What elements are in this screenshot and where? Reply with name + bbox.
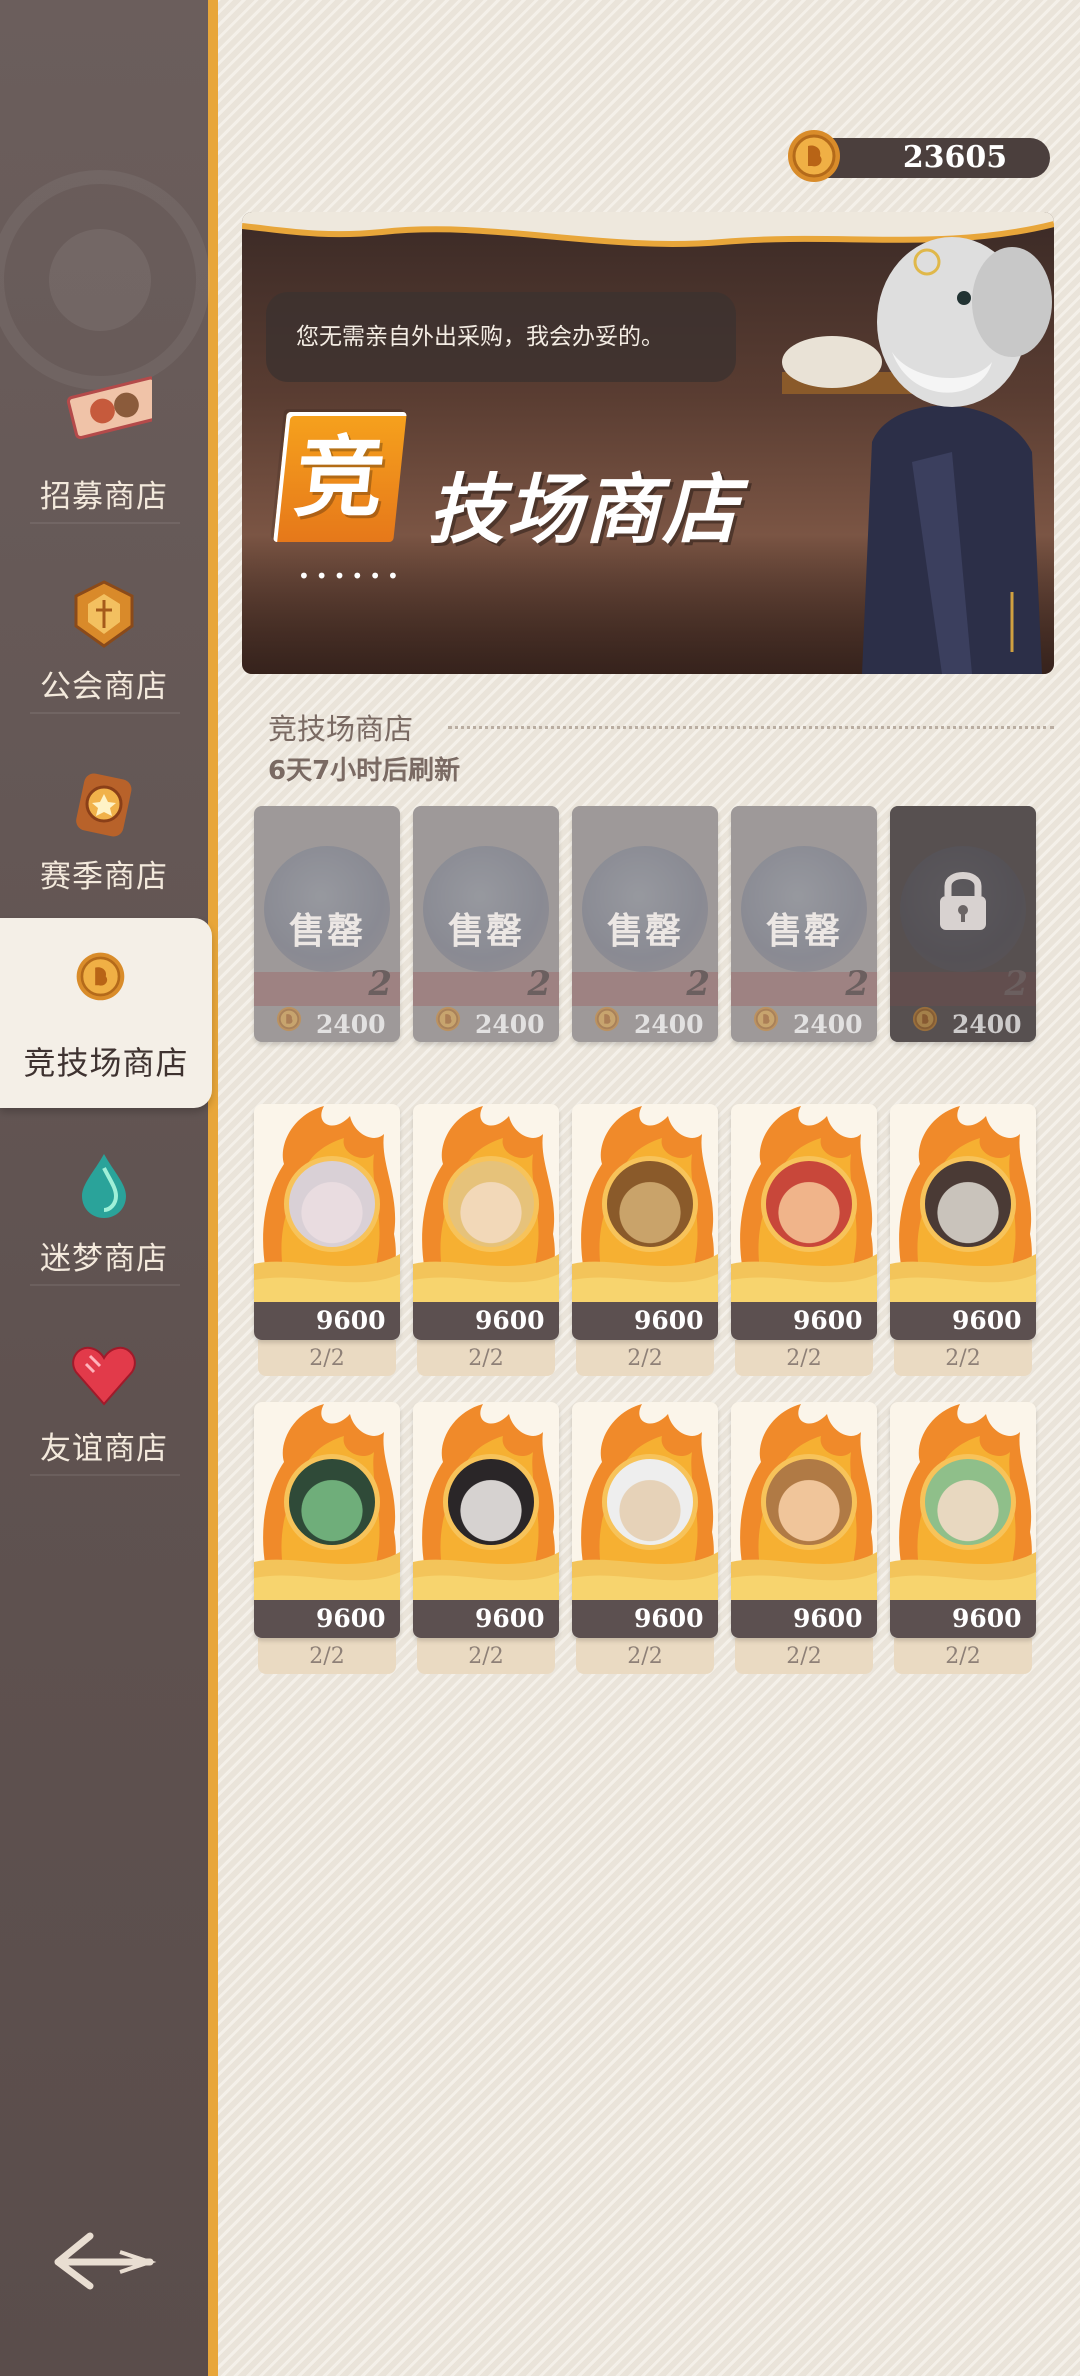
item-price: 9600 xyxy=(254,1302,400,1340)
sold-out-label: 售罄 xyxy=(447,911,524,952)
item-frame: 9600 xyxy=(572,1402,718,1638)
item-price: 9600 xyxy=(572,1302,718,1340)
item-price: 9600 xyxy=(254,1600,400,1638)
item-price: 9600 xyxy=(731,1302,877,1340)
item-quantity: 2 xyxy=(527,964,551,1004)
item-stock: 2/2 xyxy=(627,1346,663,1371)
item-price: 2400 xyxy=(793,1010,863,1039)
item-stock: 2/2 xyxy=(786,1346,822,1371)
hero-portrait xyxy=(920,1454,1016,1550)
item-price: 2400 xyxy=(316,1010,386,1039)
banner-title-badge: 竞 xyxy=(273,412,407,542)
item-frame: 9600 xyxy=(890,1104,1036,1340)
hero-portrait xyxy=(284,1156,380,1252)
item-frame: 9600 xyxy=(413,1104,559,1340)
item-frame: 9600 xyxy=(413,1402,559,1638)
sidebar-item-label: 迷梦商店 xyxy=(40,1241,168,1277)
sidebar-item-guild-shop[interactable]: 公会商店 xyxy=(0,540,208,730)
banner-title: 技场商店 xyxy=(428,465,740,554)
hero-portrait xyxy=(443,1156,539,1252)
shopkeeper-speech-bubble: 您无需亲自外出采购，我会办妥的。 xyxy=(266,292,736,382)
hero-portrait xyxy=(284,1454,380,1550)
item-frame: 9600 xyxy=(254,1402,400,1638)
heart-gem-icon xyxy=(72,1346,136,1406)
banner-dots: •••••• xyxy=(298,564,405,588)
dream-drop-icon xyxy=(82,1154,126,1218)
refresh-timer: 6天7小时后刷新 xyxy=(268,756,461,786)
item-stock: 2/2 xyxy=(309,1644,345,1669)
item-frame: 9600 xyxy=(254,1104,400,1340)
guild-emblem-icon xyxy=(74,580,134,648)
item-quantity: 2 xyxy=(1004,964,1028,1004)
sidebar-item-recruit-shop[interactable]: 招募商店 xyxy=(0,350,208,540)
lock-icon xyxy=(940,872,986,930)
sidebar: 招募商店 公会商店 赛季商店 竞技场商店 迷梦商店 友谊商店 xyxy=(0,0,218,2376)
sidebar-item-label: 赛季商店 xyxy=(40,859,168,895)
section-title: 竞技场商店 xyxy=(268,712,414,746)
item-frame: 售罄 2 2400 xyxy=(254,806,400,1042)
sidebar-item-friendship-shop[interactable]: 友谊商店 xyxy=(0,1302,208,1492)
hero-portrait xyxy=(443,1454,539,1550)
item-frame: 9600 xyxy=(890,1402,1036,1638)
item-price: 2400 xyxy=(952,1010,1022,1039)
item-stock: 2/2 xyxy=(945,1346,981,1371)
sidebar-item-arena-shop[interactable]: 竞技场商店 xyxy=(0,918,212,1108)
hero-portrait xyxy=(761,1454,857,1550)
sidebar-item-label: 竞技场商店 xyxy=(23,1044,189,1082)
item-stock: 2/2 xyxy=(309,1346,345,1371)
item-stock: 2/2 xyxy=(786,1644,822,1669)
sold-out-label: 售罄 xyxy=(765,911,842,952)
item-price: 9600 xyxy=(572,1600,718,1638)
item-stock: 2/2 xyxy=(468,1644,504,1669)
item-stock: 2/2 xyxy=(627,1644,663,1669)
arena-coin-icon xyxy=(76,952,125,1001)
item-stock: 2/2 xyxy=(468,1346,504,1371)
sidebar-item-label: 招募商店 xyxy=(40,479,168,515)
item-price: 9600 xyxy=(413,1600,559,1638)
item-price: 2400 xyxy=(475,1010,545,1039)
item-price: 9600 xyxy=(413,1302,559,1340)
item-price: 9600 xyxy=(890,1302,1036,1340)
sold-out-label: 售罄 xyxy=(288,911,365,952)
item-frame: 售罄 2 2400 xyxy=(413,806,559,1042)
hero-portrait xyxy=(602,1454,698,1550)
item-quantity: 2 xyxy=(686,964,710,1004)
item-frame: 2 2400 xyxy=(890,806,1036,1042)
item-frame: 9600 xyxy=(731,1104,877,1340)
section-divider xyxy=(448,726,1054,729)
item-frame: 售罄 2 2400 xyxy=(572,806,718,1042)
item-frame: 售罄 2 2400 xyxy=(731,806,877,1042)
hero-portrait xyxy=(761,1156,857,1252)
hero-portrait xyxy=(602,1156,698,1252)
sold-out-label: 售罄 xyxy=(606,911,683,952)
arena-shop-banner: 您无需亲自外出采购，我会办妥的。 竞 技场商店 •••••• xyxy=(242,212,1054,674)
shopkeeper-character xyxy=(782,237,1052,674)
season-medal-icon xyxy=(76,773,132,837)
back-arrow-icon[interactable] xyxy=(50,2222,160,2302)
item-price: 9600 xyxy=(731,1600,877,1638)
item-price: 9600 xyxy=(890,1600,1036,1638)
arena-coin-icon xyxy=(788,130,840,182)
sidebar-item-season-shop[interactable]: 赛季商店 xyxy=(0,730,208,920)
item-stock: 2/2 xyxy=(945,1644,981,1669)
item-frame: 9600 xyxy=(731,1402,877,1638)
item-frame: 9600 xyxy=(572,1104,718,1340)
sidebar-item-label: 友谊商店 xyxy=(40,1431,168,1467)
currency-display: 23605 xyxy=(788,130,1050,182)
recruit-ticket-icon xyxy=(66,376,152,440)
item-quantity: 2 xyxy=(845,964,869,1004)
hero-portrait xyxy=(920,1156,1016,1252)
sidebar-item-dream-shop[interactable]: 迷梦商店 xyxy=(0,1112,208,1302)
item-quantity: 2 xyxy=(368,964,392,1004)
currency-amount: 23605 xyxy=(902,140,1008,175)
item-price: 2400 xyxy=(634,1010,704,1039)
sidebar-item-label: 公会商店 xyxy=(40,669,168,705)
